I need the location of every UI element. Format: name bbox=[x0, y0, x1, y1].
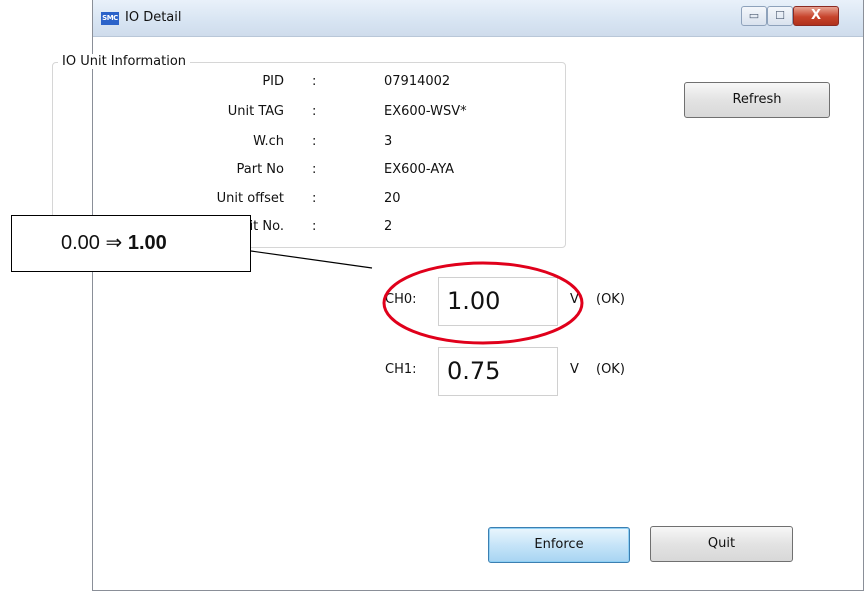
callout-new-value: 1.00 bbox=[127, 232, 167, 254]
callout-arrow: ⇒ bbox=[105, 232, 123, 254]
callout-leader-line bbox=[250, 250, 373, 269]
highlight-ellipse bbox=[382, 261, 584, 345]
callout-old-value: 0.00 bbox=[61, 232, 100, 254]
annotation-overlay bbox=[250, 250, 584, 345]
annotation-callout: 0.00 ⇒ 1.00 bbox=[11, 215, 251, 272]
